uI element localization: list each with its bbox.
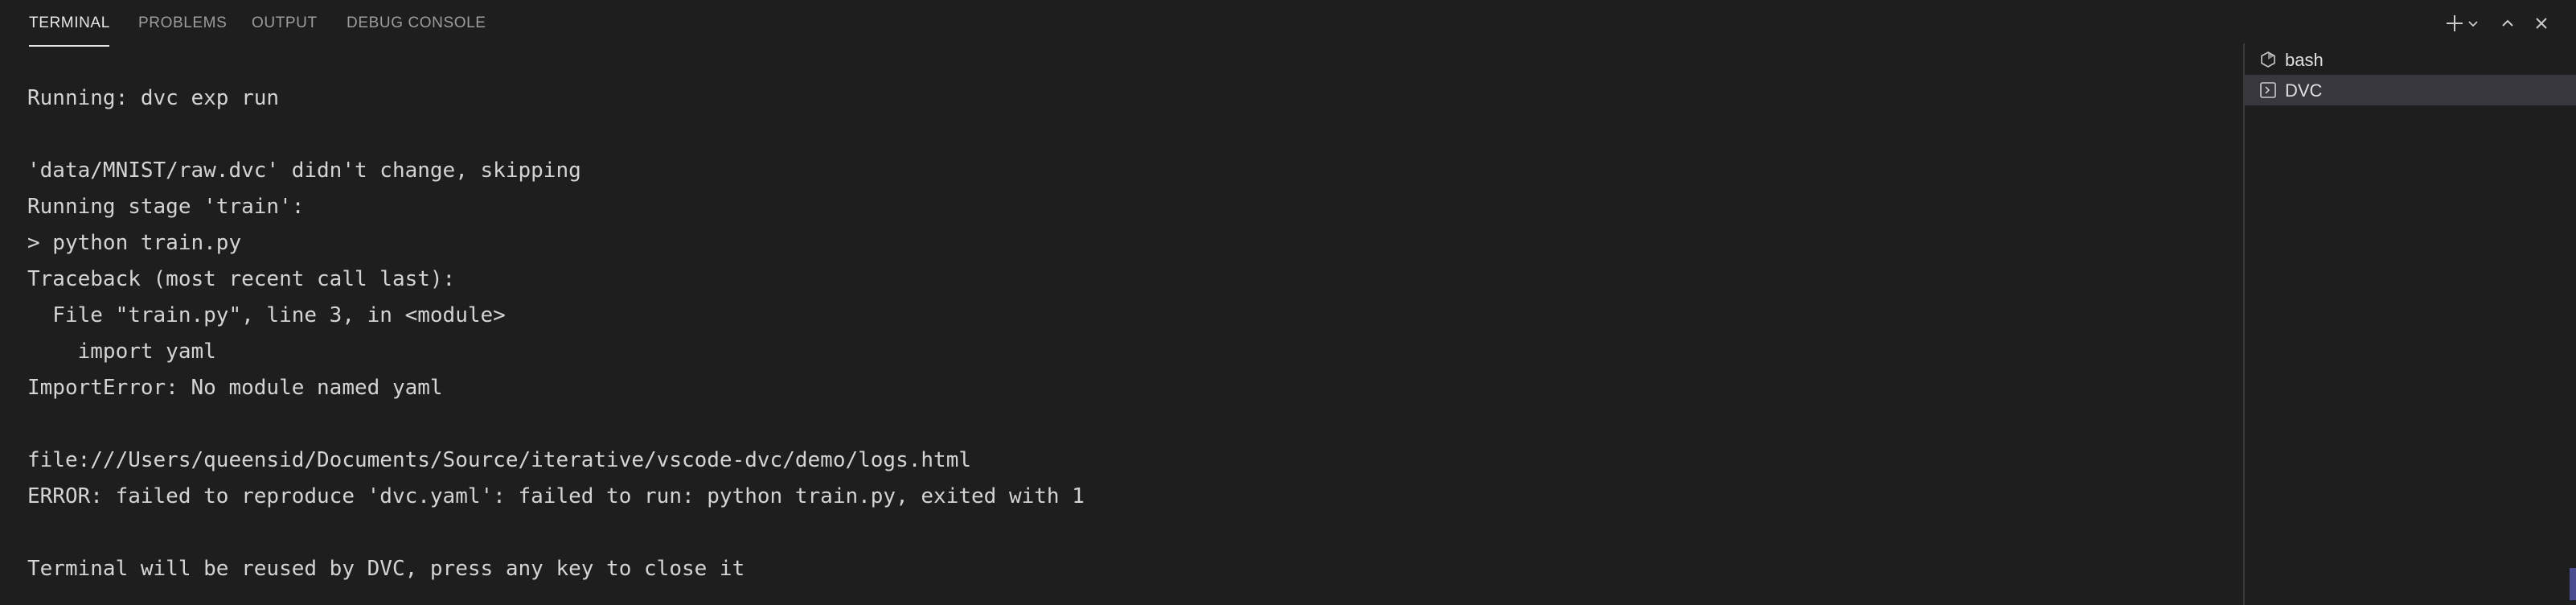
terminal-tab-dvc[interactable]: DVC [2245, 75, 2576, 105]
new-terminal-button[interactable] [2443, 11, 2467, 35]
terminal-output[interactable]: Running: dvc exp run 'data/MNIST/raw.dvc… [27, 80, 2230, 587]
terminal-tab-label: bash [2285, 50, 2324, 70]
tab-terminal-label: TERMINAL [29, 14, 110, 31]
terminal-line: ImportError: No module named yaml [27, 376, 443, 400]
terminal-line: Terminal will be reused by DVC, press an… [27, 557, 745, 581]
close-panel-button[interactable] [2529, 11, 2553, 35]
terminal-line: 'data/MNIST/raw.dvc' didn't change, skip… [27, 158, 581, 183]
terminal-line: > python train.py [27, 231, 242, 255]
terminal-tab-label: DVC [2285, 80, 2323, 101]
plus-icon [2447, 15, 2463, 31]
terminal-line: File "train.py", line 3, in <module> [27, 303, 506, 327]
launch-profile-button[interactable] [2465, 11, 2481, 35]
tab-debug-console[interactable]: DEBUG CONSOLE [347, 14, 486, 47]
terminal-line: import yaml [27, 340, 216, 364]
chevron-up-icon [2502, 19, 2513, 27]
maximize-panel-button[interactable] [2496, 11, 2520, 35]
terminal-link-line[interactable]: file:///Users/queensid/Documents/Source/… [27, 442, 2230, 479]
scrollbar-marker [2570, 568, 2576, 600]
tab-debug-console-label: DEBUG CONSOLE [347, 14, 486, 31]
terminal-tabs-list: bash DVC [2243, 43, 2576, 605]
terminal-line: ERROR: failed to reproduce 'dvc.yaml': f… [27, 484, 1085, 508]
terminal-prompt-icon [2260, 82, 2276, 98]
tab-problems[interactable]: PROBLEMS [138, 14, 227, 47]
tab-output-label: OUTPUT [252, 14, 318, 31]
panel-tab-bar: TERMINAL PROBLEMS OUTPUT DEBUG CONSOLE [0, 0, 2576, 47]
terminal-line: Running stage 'train': [27, 195, 305, 219]
terminal-panel: TERMINAL PROBLEMS OUTPUT DEBUG CONSOLE R… [0, 0, 2576, 605]
chevron-down-icon [2468, 21, 2478, 27]
terminal-line: Running: dvc exp run [27, 86, 280, 110]
tab-problems-label: PROBLEMS [138, 14, 228, 31]
active-tab-underline [29, 45, 109, 47]
terminal-tab-bash[interactable]: bash [2245, 44, 2576, 75]
terminal-bash-icon [2261, 51, 2275, 68]
tab-output[interactable]: OUTPUT [252, 14, 318, 47]
close-icon [2536, 18, 2547, 29]
terminal-line: Traceback (most recent call last): [27, 267, 456, 291]
tab-terminal[interactable]: TERMINAL [29, 14, 109, 47]
